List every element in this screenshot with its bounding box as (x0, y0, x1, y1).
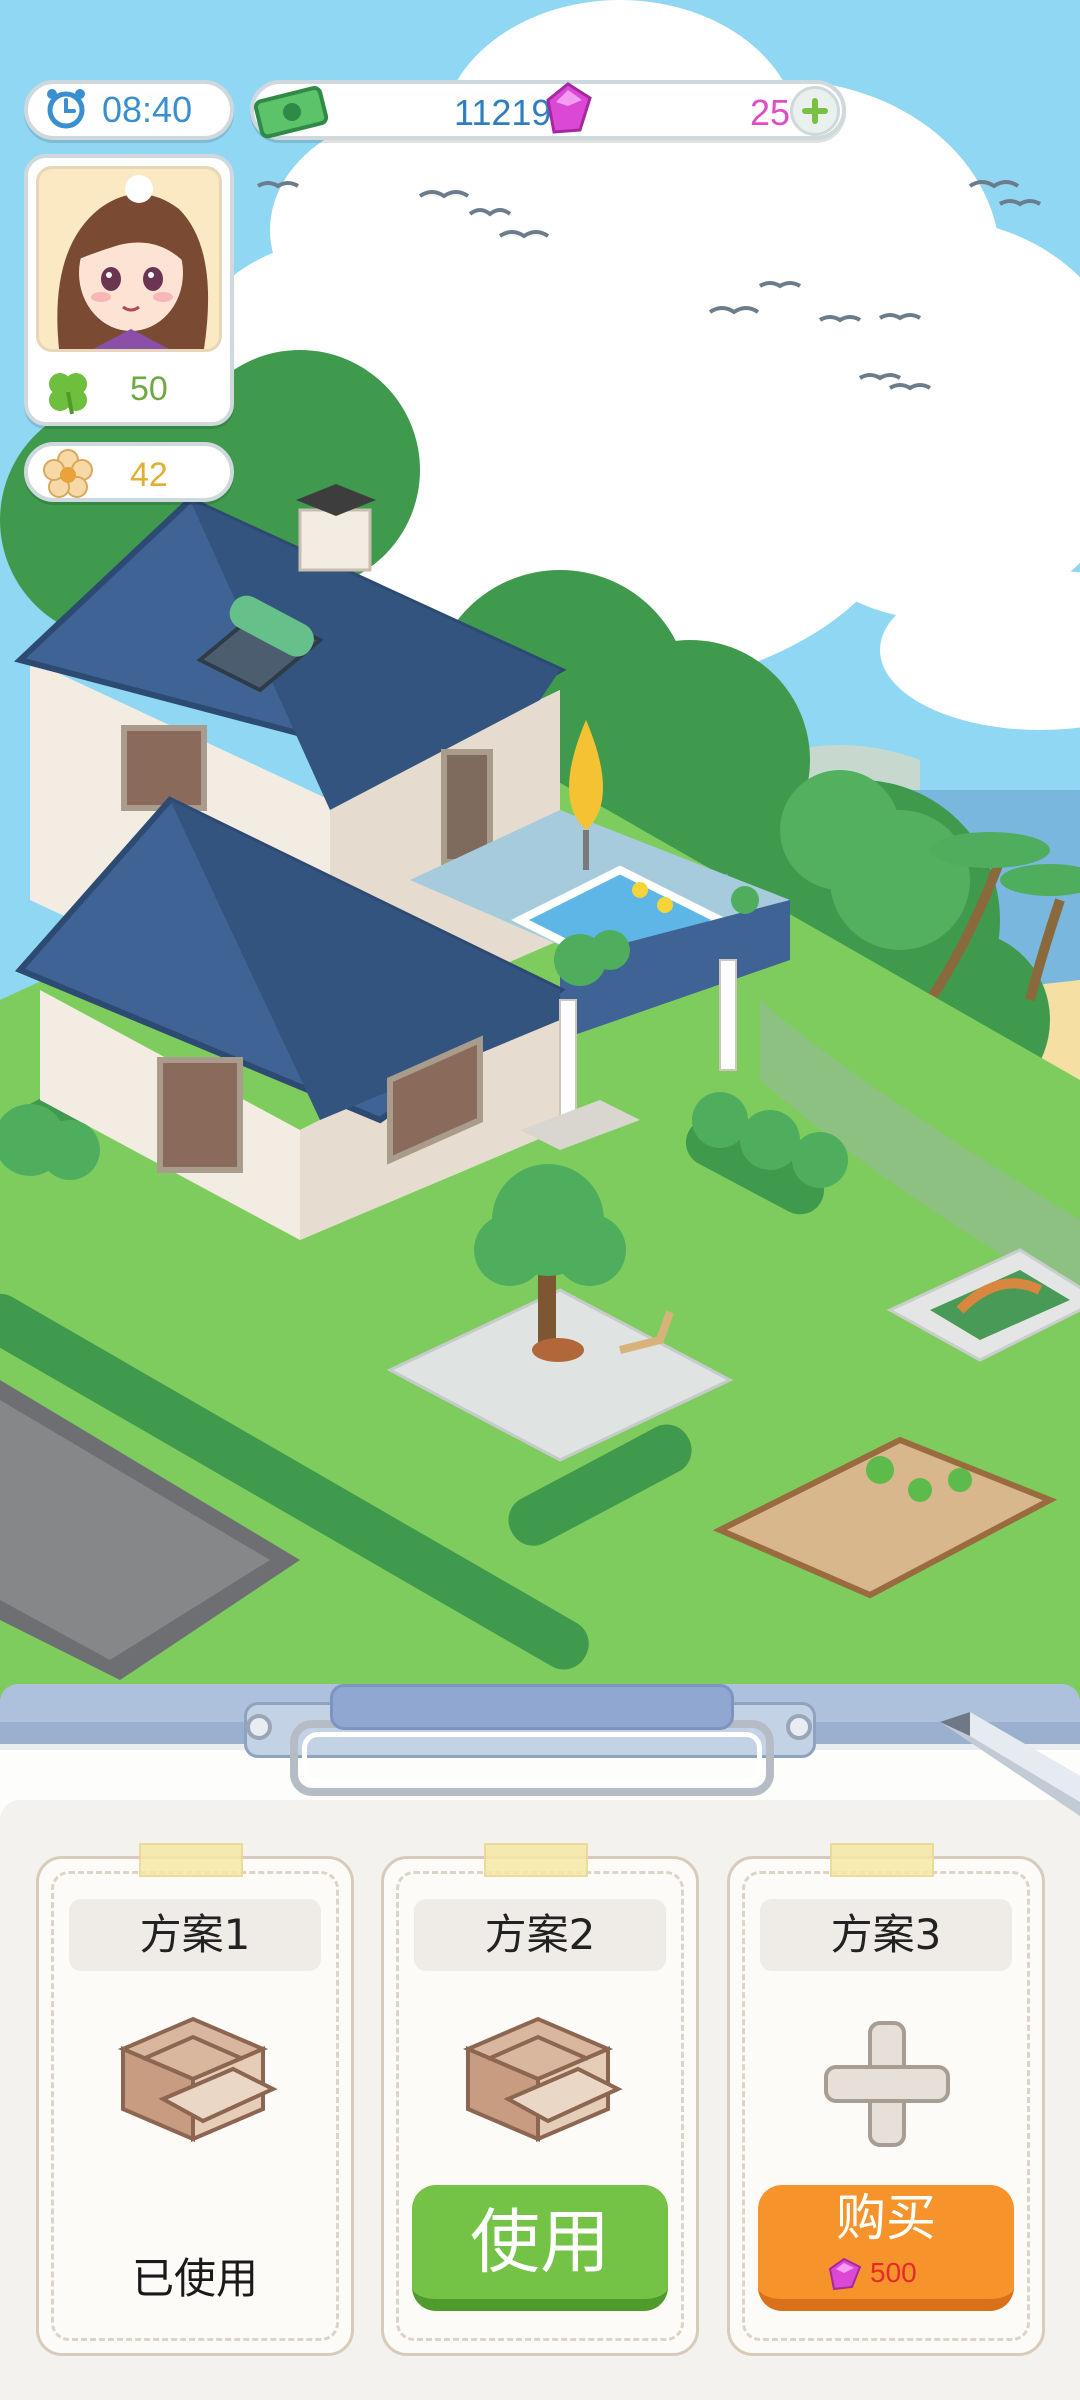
rivet-left (246, 1714, 272, 1740)
pencil-icon (930, 1706, 1080, 1820)
tape (139, 1843, 243, 1877)
plus-icon (802, 98, 828, 124)
clock-pill: 08:40 (24, 80, 234, 140)
clip-handle-inner (302, 1732, 762, 1784)
slot-status: 已使用 (131, 2254, 258, 2303)
gem-value: 25 (750, 92, 791, 133)
use-button[interactable]: 使用 (412, 2185, 668, 2311)
slot-title: 方案3 (760, 1899, 1012, 1971)
resource-bar: 11219 25 (250, 80, 846, 140)
tape (830, 1843, 934, 1877)
alarm-clock-icon (44, 86, 88, 134)
gem-icon (824, 2255, 864, 2295)
slot-title: 方案2 (414, 1899, 666, 1971)
avatar[interactable] (36, 166, 222, 352)
room-layout-icon (103, 1989, 283, 2163)
clover-icon (42, 366, 94, 422)
clover-value: 50 (130, 370, 168, 408)
buy-button[interactable]: 购买 500 (758, 2185, 1014, 2311)
profile-card[interactable]: 50 (24, 154, 234, 426)
room-layout-icon (448, 1989, 628, 2163)
panel-drag-handle[interactable] (330, 1684, 734, 1730)
flower-value: 42 (130, 456, 168, 494)
add-gems-button[interactable] (790, 86, 840, 136)
rivet-right (786, 1714, 812, 1740)
plan-slot-2[interactable]: 方案2 使用 (381, 1843, 699, 2356)
tape (484, 1843, 588, 1877)
clock-time: 08:40 (102, 89, 193, 130)
buy-label: 购买 (836, 2189, 936, 2247)
plan-slot-1[interactable]: 方案1 已使用 (36, 1843, 354, 2356)
slot-title: 方案1 (69, 1899, 321, 1971)
plus-icon (822, 2019, 952, 2153)
buy-price: 500 (870, 2257, 917, 2288)
flower-icon (42, 448, 94, 504)
clover-counter: 50 (28, 358, 230, 418)
cash-icon (252, 78, 332, 148)
plan-slot-3[interactable]: 方案3 购买 500 (727, 1843, 1045, 2356)
flower-counter: 42 (24, 442, 234, 502)
gem-icon (534, 76, 600, 146)
